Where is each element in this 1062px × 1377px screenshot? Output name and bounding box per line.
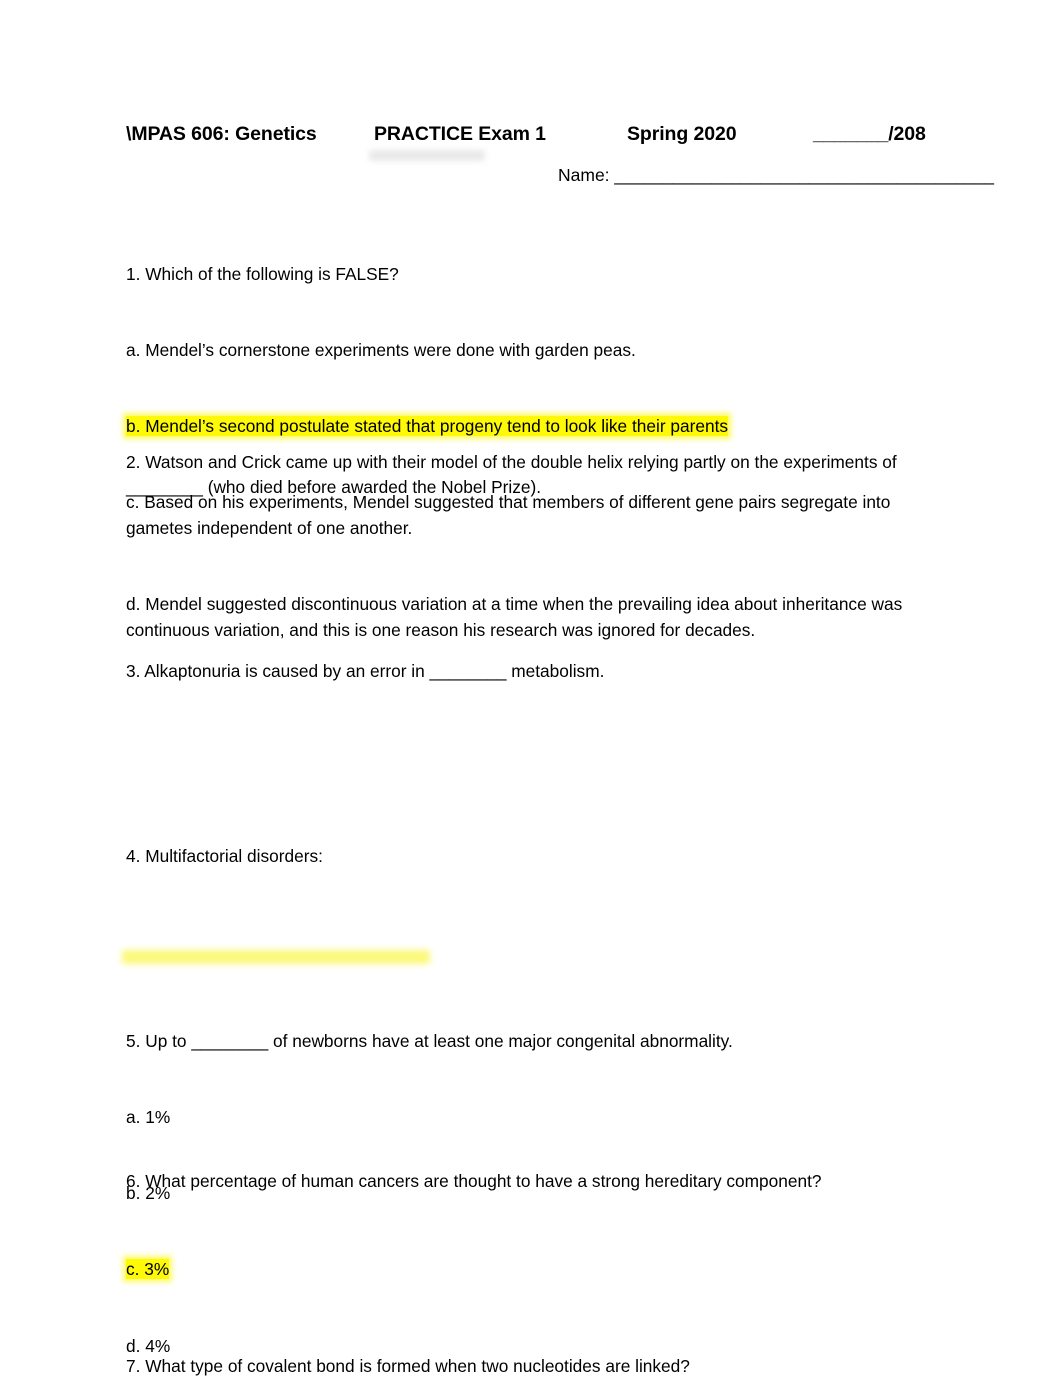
choice-text: a. Mendel’s cornerstone experiments were… <box>126 340 636 361</box>
name-field-label: Name: __________________________________… <box>558 165 994 185</box>
exam-title: PRACTICE Exam 1 <box>374 123 546 145</box>
exam-term: Spring 2020 <box>627 123 737 145</box>
document-page: \MPAS 606: Genetics PRACTICE Exam 1 Spri… <box>0 0 1062 1377</box>
question-5-prompt: 5. Up to ________ of newborns have at le… <box>126 1030 733 1051</box>
name-line: Name: __________________________________… <box>126 163 994 189</box>
choice-text-highlighted: c. 3% <box>126 1259 170 1280</box>
question-6-prompt: 6. What percentage of human cancers are … <box>126 1170 822 1191</box>
question-2: 2. Watson and Crick came up with their m… <box>126 399 926 551</box>
question-2-prompt: 2. Watson and Crick came up with their m… <box>126 451 902 498</box>
question-1-prompt: 1. Which of the following is FALSE? <box>126 263 399 284</box>
question-7-prompt: 7. What type of covalent bond is formed … <box>126 1355 690 1376</box>
exam-header: \MPAS 606: Genetics PRACTICE Exam 1 Spri… <box>126 121 934 161</box>
question-7: 7. What type of covalent bond is formed … <box>126 1303 926 1377</box>
highlighter-smudge-mark <box>369 150 485 161</box>
question-4: 4. Multifactorial disorders: <box>126 793 926 920</box>
question-3-prompt: 3. Alkaptonuria is caused by an error in… <box>126 660 605 681</box>
stray-highlight-mark <box>122 950 430 964</box>
question-4-prompt: 4. Multifactorial disorders: <box>126 845 323 866</box>
question-3: 3. Alkaptonuria is caused by an error in… <box>126 608 926 735</box>
points-possible: _______/208 <box>813 123 926 145</box>
question-1-choice-a: a. Mendel’s cornerstone experiments were… <box>126 338 926 363</box>
question-6: 6. What percentage of human cancers are … <box>126 1118 926 1245</box>
course-title: \MPAS 606: Genetics <box>126 123 317 145</box>
question-5-choice-c: c. 3% <box>126 1257 926 1282</box>
